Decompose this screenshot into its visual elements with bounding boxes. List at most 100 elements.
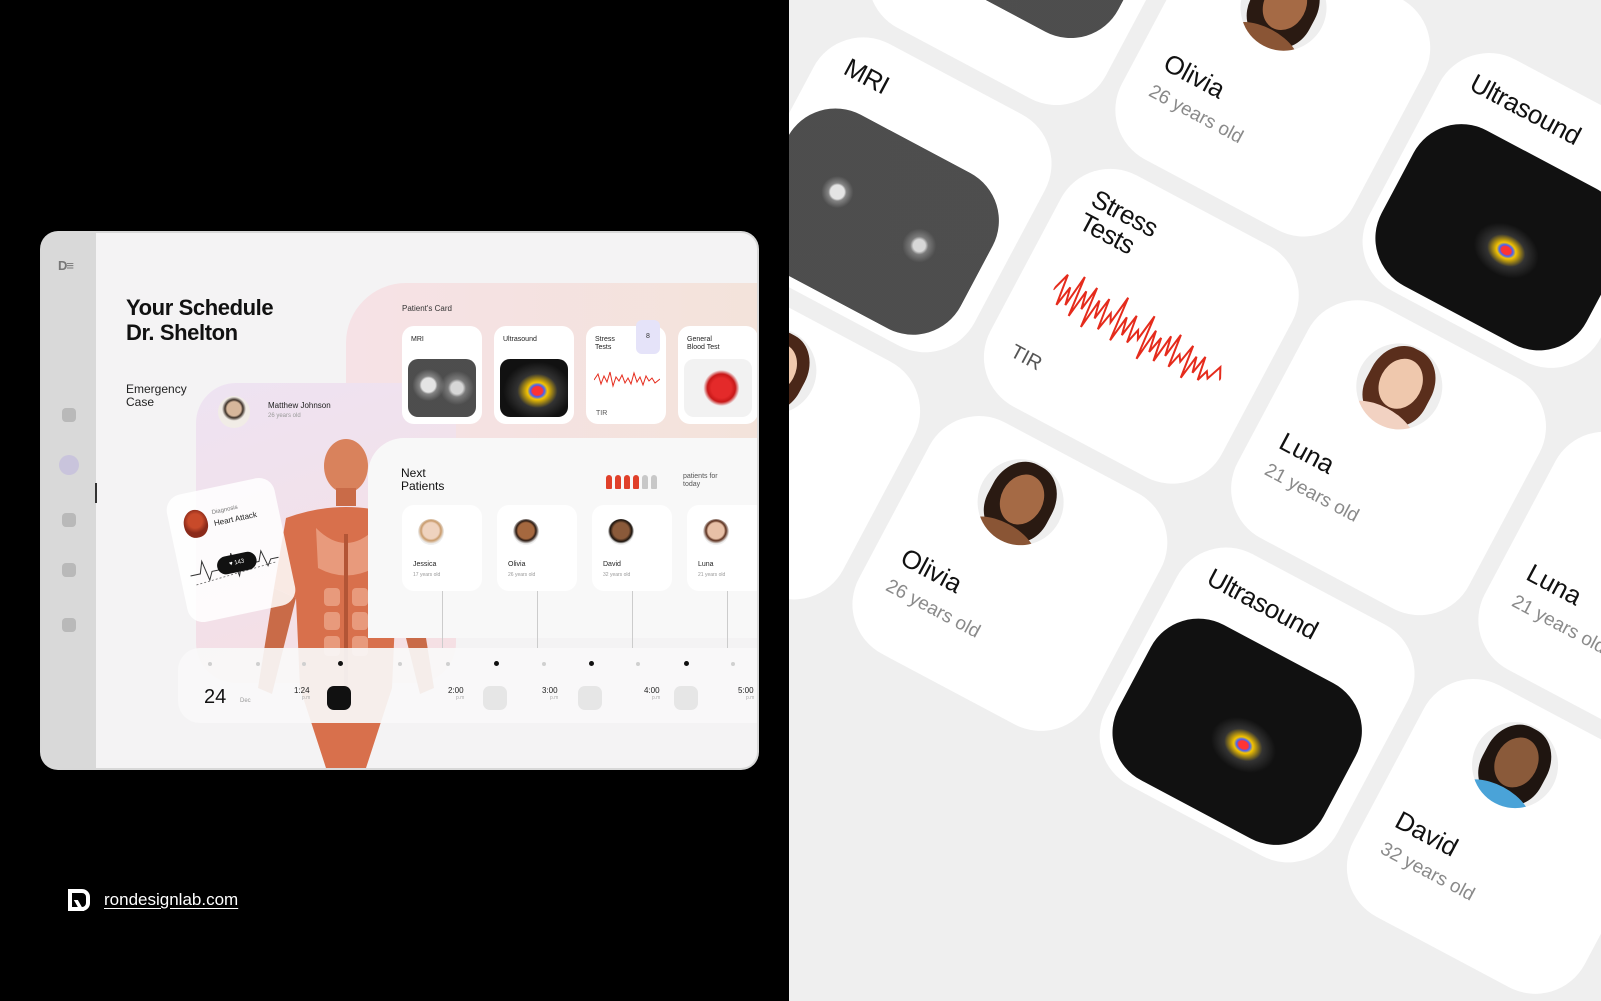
emergency-patient-age: 26 years old [268, 413, 301, 419]
connector-line [442, 591, 443, 648]
card-title: MRI [839, 51, 895, 101]
patient-card-jessica[interactable]: Jessica 17 years old [402, 505, 482, 591]
avatar [962, 444, 1079, 561]
heart-appointment-button[interactable] [327, 686, 351, 710]
tablet-mockup: D≡ Your Schedule Dr. Shelton Emergency C… [42, 233, 757, 768]
time-slot[interactable]: 2:00 p.m [448, 686, 464, 701]
brand-logo-icon [68, 889, 90, 911]
mri-image [408, 359, 476, 417]
timeline-dot [256, 662, 260, 666]
card-blood-test[interactable]: General Blood Test [678, 326, 757, 424]
next-patients-title-line-2: Patients [401, 479, 445, 493]
patients-count-icons [606, 475, 657, 489]
card-gallery: MRI Stress Tests [789, 0, 1601, 1001]
avatar [703, 519, 729, 545]
patient-card-luna[interactable]: Luna 21 years old [687, 505, 757, 591]
brand[interactable]: rondesignlab.com [68, 889, 238, 911]
patient-age: 32 years old [603, 572, 631, 578]
stage: D≡ Your Schedule Dr. Shelton Emergency C… [0, 0, 1601, 1001]
connector-line [632, 591, 633, 648]
avatar [1456, 706, 1574, 824]
timeline-dot [494, 661, 499, 666]
next-patients-title: Next Patients [401, 467, 444, 493]
card-ultrasound-title: Ultrasound [503, 336, 537, 343]
heart-icon [181, 507, 211, 540]
avatar [418, 519, 444, 545]
brain-appointment-button[interactable] [483, 686, 507, 710]
timeline-dot [684, 661, 689, 666]
time-slot-time: 5:00 [738, 686, 754, 695]
title-line-2: Dr. Shelton [126, 320, 238, 345]
avatar [1588, 459, 1601, 577]
mri-image [888, 0, 1176, 58]
time-slot-time: 4:00 [644, 686, 660, 695]
time-slot[interactable]: 5:00 p.m [738, 686, 754, 701]
timeline-dot [542, 662, 546, 666]
brand-url-link[interactable]: rondesignlab.com [104, 890, 238, 910]
card-mri[interactable]: MRI [402, 326, 482, 424]
patient-card-label: Patient's Card [402, 304, 452, 313]
card-blood-title: General Blood Test [687, 336, 720, 352]
settings-icon[interactable] [62, 618, 76, 632]
avatar [513, 519, 539, 545]
notifications-icon[interactable] [62, 563, 76, 577]
calendar-icon[interactable] [59, 455, 79, 475]
card-blood-title-line-2: Blood Test [687, 344, 720, 351]
patients-today-line-1: patients for [683, 473, 718, 480]
organ-appointment-button[interactable] [674, 686, 698, 710]
avatar [1341, 328, 1458, 445]
person-icon [624, 475, 630, 489]
avatar [1225, 0, 1342, 66]
emergency-patient-name: Matthew Johnson [268, 401, 331, 410]
timeline-dot [446, 662, 450, 666]
patient-card-david[interactable]: David 32 years old [592, 505, 672, 591]
time-slot[interactable]: 4:00 p.m [644, 686, 660, 701]
heart-rate-value: 143 [233, 558, 245, 567]
stress-tir-label: TIR [596, 410, 608, 417]
patient-name: Olivia [508, 561, 526, 568]
avatar-shoulder [1588, 521, 1601, 577]
patient-name: Jessica [413, 561, 437, 568]
timeline-month: Dec [240, 698, 251, 704]
mri-image [789, 89, 1018, 354]
connector-line [727, 591, 728, 648]
ultrasound-image [1093, 599, 1381, 864]
card-stress-title-line-2: Tests [595, 344, 612, 351]
person-icon [615, 475, 621, 489]
card-grid: MRI Stress Tests [789, 0, 1601, 1001]
time-slot[interactable]: 3:00 p.m [542, 686, 558, 701]
card-blood-title-line-1: General [687, 336, 712, 343]
time-slot-time: 2:00 [448, 686, 464, 695]
timeline-dot-current [338, 661, 343, 666]
patients-today-line-2: today [683, 481, 701, 488]
time-slot[interactable]: 1:24 p.m [294, 686, 310, 701]
emergency-label: Emergency Case [126, 383, 187, 409]
patient-name: Luna [698, 561, 714, 568]
stress-count-badge: 8 [636, 320, 660, 354]
lungs-appointment-button[interactable] [578, 686, 602, 710]
patients-icon[interactable] [62, 513, 76, 527]
stress-wave [594, 371, 660, 388]
time-slot-period: p.m [302, 695, 311, 701]
patient-card-olivia[interactable]: Olivia 26 years old [497, 505, 577, 591]
card-stress-title: Stress Tests [595, 336, 615, 352]
main-panel: Your Schedule Dr. Shelton Emergency Case… [96, 233, 757, 768]
time-slot-time: 1:24 [294, 686, 310, 695]
home-icon[interactable] [62, 408, 76, 422]
person-icon [606, 475, 612, 489]
timeline-dot [208, 662, 212, 666]
emergency-label-line-2: Case [126, 395, 155, 409]
card-ultrasound[interactable]: Ultrasound [494, 326, 574, 424]
emergency-patient-avatar[interactable] [218, 396, 250, 428]
patient-age: 17 years old [413, 572, 441, 578]
patient-age: 21 years old [698, 572, 726, 578]
person-icon [633, 475, 639, 489]
connector-line [537, 591, 538, 648]
timeline-dot [731, 662, 735, 666]
ultrasound-image [500, 359, 568, 417]
patients-today-label: patients for today [683, 473, 718, 489]
timeline-dot [302, 662, 306, 666]
card-stress-tests[interactable]: Stress Tests 8 TIR [586, 320, 666, 424]
time-slot-period: p.m [652, 695, 661, 701]
stress-wave [1052, 274, 1222, 381]
